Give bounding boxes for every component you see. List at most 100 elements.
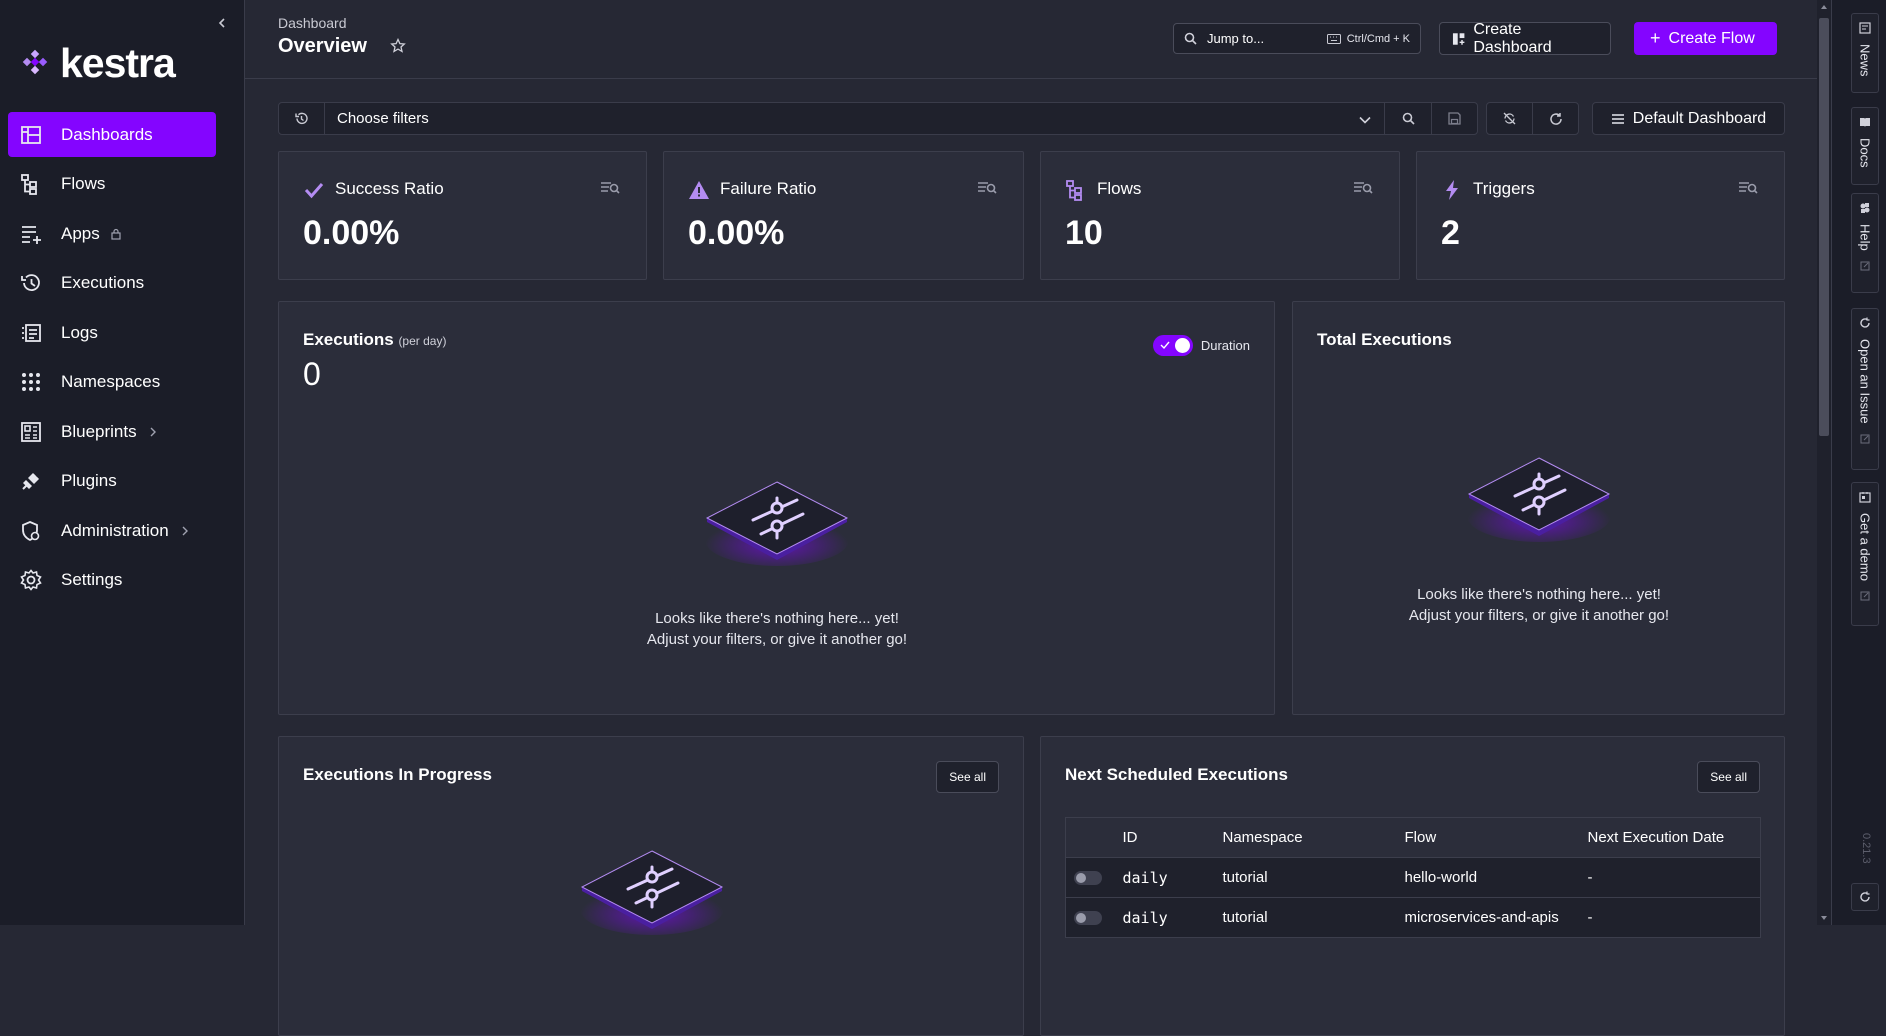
kpi-card-success-ratio: Success Ratio 0.00%: [278, 151, 647, 280]
version-label: 0.21.3: [1860, 833, 1872, 864]
scrollbar-thumb[interactable]: [1819, 18, 1829, 436]
duration-switch[interactable]: [1152, 335, 1193, 356]
flows-icon: [21, 174, 37, 195]
administration-icon: [22, 520, 40, 541]
news-icon: [1859, 22, 1871, 34]
page-title: Overview: [278, 35, 367, 57]
search-filter-button[interactable]: [1384, 102, 1432, 135]
sidebar-item-label: Apps: [61, 223, 100, 243]
executions-count: 0: [303, 356, 321, 392]
cell-flow[interactable]: hello-world: [1404, 857, 1588, 898]
sidebar-item-executions[interactable]: Executions: [8, 261, 216, 306]
collapse-sidebar-icon[interactable]: [214, 14, 230, 32]
duration-toggle[interactable]: Duration: [1152, 335, 1250, 356]
sidebar-item-dashboards[interactable]: Dashboards: [8, 112, 216, 157]
empty-state-message: Looks like there's nothing here... yet! …: [577, 608, 977, 650]
kpi-title: Triggers: [1473, 179, 1535, 198]
vertical-scrollbar[interactable]: [1817, 0, 1831, 925]
next-scheduled-panel: Next Scheduled Executions See all ID Nam…: [1040, 736, 1785, 1036]
kpi-card-failure-ratio: Failure Ratio 0.00%: [663, 151, 1024, 280]
chevron-right-icon: [182, 526, 188, 535]
external-link-icon: [1860, 434, 1870, 444]
save-filter-button[interactable]: [1431, 102, 1478, 135]
empty-state-illustration: [1467, 457, 1611, 542]
view-details-icon[interactable]: [977, 180, 997, 196]
column-header-flow: Flow: [1404, 817, 1588, 858]
sidebar-item-label: Blueprints: [61, 421, 137, 441]
sidebar-item-flows[interactable]: Flows: [8, 162, 216, 207]
chevron-down-icon[interactable]: [1358, 113, 1372, 127]
rail-get-demo-button[interactable]: Get a demo: [1851, 482, 1879, 626]
scroll-up-arrow-icon[interactable]: [1820, 3, 1828, 11]
empty-line-1: Looks like there's nothing here... yet!: [1417, 586, 1661, 603]
sidebar-item-logs[interactable]: Logs: [8, 310, 216, 355]
trigger-toggle[interactable]: [1074, 910, 1102, 925]
save-icon: [1448, 112, 1461, 125]
create-dashboard-button[interactable]: Create Dashboard: [1439, 21, 1611, 56]
view-details-icon[interactable]: [1738, 180, 1758, 196]
see-all-button[interactable]: See all: [936, 761, 999, 793]
rail-open-issue-button[interactable]: Open an Issue: [1851, 308, 1879, 470]
keyboard-icon: [1326, 33, 1341, 44]
sidebar-item-settings[interactable]: Settings: [8, 558, 216, 603]
menu-icon: [1611, 113, 1624, 124]
demo-icon: [1859, 492, 1871, 503]
kestra-logo-icon: [22, 49, 48, 74]
sidebar-item-apps[interactable]: Apps: [8, 211, 216, 256]
table-row: daily tutorial hello-world -: [1065, 857, 1761, 898]
toggle-knob: [1076, 872, 1086, 883]
see-all-button[interactable]: See all: [1697, 761, 1760, 793]
create-flow-button[interactable]: + Create Flow: [1634, 22, 1777, 55]
logs-icon: [22, 323, 41, 342]
rail-news-button[interactable]: News: [1851, 13, 1879, 93]
sidebar-item-administration[interactable]: Administration: [8, 508, 216, 553]
cell-flow[interactable]: microservices-and-apis: [1404, 897, 1588, 938]
total-executions-panel: Total Executions Looks like there's noth…: [1292, 301, 1785, 715]
trigger-toggle[interactable]: [1074, 870, 1102, 885]
top-bar: Dashboard Overview Jump to... Ctrl/Cmd +…: [245, 0, 1817, 79]
rail-settings-button[interactable]: [1851, 883, 1879, 911]
lock-icon: [111, 228, 121, 240]
empty-line-2: Adjust your filters, or give it another …: [1408, 607, 1670, 624]
check-icon: [304, 183, 324, 199]
sidebar-item-blueprints[interactable]: Blueprints: [8, 409, 216, 454]
sidebar-item-label: Plugins: [61, 471, 117, 490]
duration-label: Duration: [1200, 338, 1250, 353]
view-details-icon[interactable]: [1353, 180, 1373, 196]
breadcrumb[interactable]: Dashboard: [278, 15, 347, 31]
dashboard-selector-label: Default Dashboard: [1632, 109, 1767, 127]
view-details-icon[interactable]: [600, 180, 620, 196]
rail-docs-button[interactable]: Docs: [1851, 107, 1879, 185]
history-icon: [295, 112, 308, 125]
cell-namespace[interactable]: tutorial: [1222, 857, 1405, 898]
jump-to-search[interactable]: Jump to... Ctrl/Cmd + K: [1173, 23, 1421, 54]
kpi-title: Success Ratio: [335, 179, 444, 198]
sidebar-item-plugins[interactable]: Plugins: [8, 459, 216, 504]
history-button[interactable]: [278, 102, 325, 135]
cell-namespace[interactable]: tutorial: [1222, 897, 1405, 938]
namespaces-icon: [22, 373, 40, 391]
refresh-icon: [1549, 112, 1562, 125]
toggle-refresh-button[interactable]: [1486, 102, 1533, 135]
sidebar-item-label: Namespaces: [61, 372, 161, 391]
refresh-button[interactable]: [1532, 102, 1579, 135]
chevron-right-icon: [150, 427, 156, 436]
docs-icon: [1860, 118, 1870, 127]
flows-icon: [1066, 180, 1082, 201]
sidebar-item-namespaces[interactable]: Namespaces: [8, 360, 216, 405]
empty-state-illustration: [705, 481, 849, 566]
jump-to-placeholder: Jump to...: [1207, 31, 1265, 46]
kpi-card-triggers: Triggers 2: [1416, 151, 1785, 280]
lightning-icon: [1446, 180, 1458, 200]
logo-text: kestra: [60, 40, 176, 86]
switch-knob: [1174, 338, 1190, 353]
filters-input[interactable]: Choose filters: [324, 102, 1385, 135]
rail-help-button[interactable]: Help: [1851, 193, 1879, 293]
executions-icon: [21, 274, 40, 291]
dashboard-selector[interactable]: Default Dashboard: [1592, 102, 1785, 135]
star-icon[interactable]: [390, 38, 406, 54]
sidebar-item-label: Flows: [61, 174, 106, 193]
kestra-logo[interactable]: kestra: [20, 40, 176, 87]
scroll-down-arrow-icon[interactable]: [1820, 914, 1828, 922]
rail-label: News: [1857, 44, 1873, 77]
